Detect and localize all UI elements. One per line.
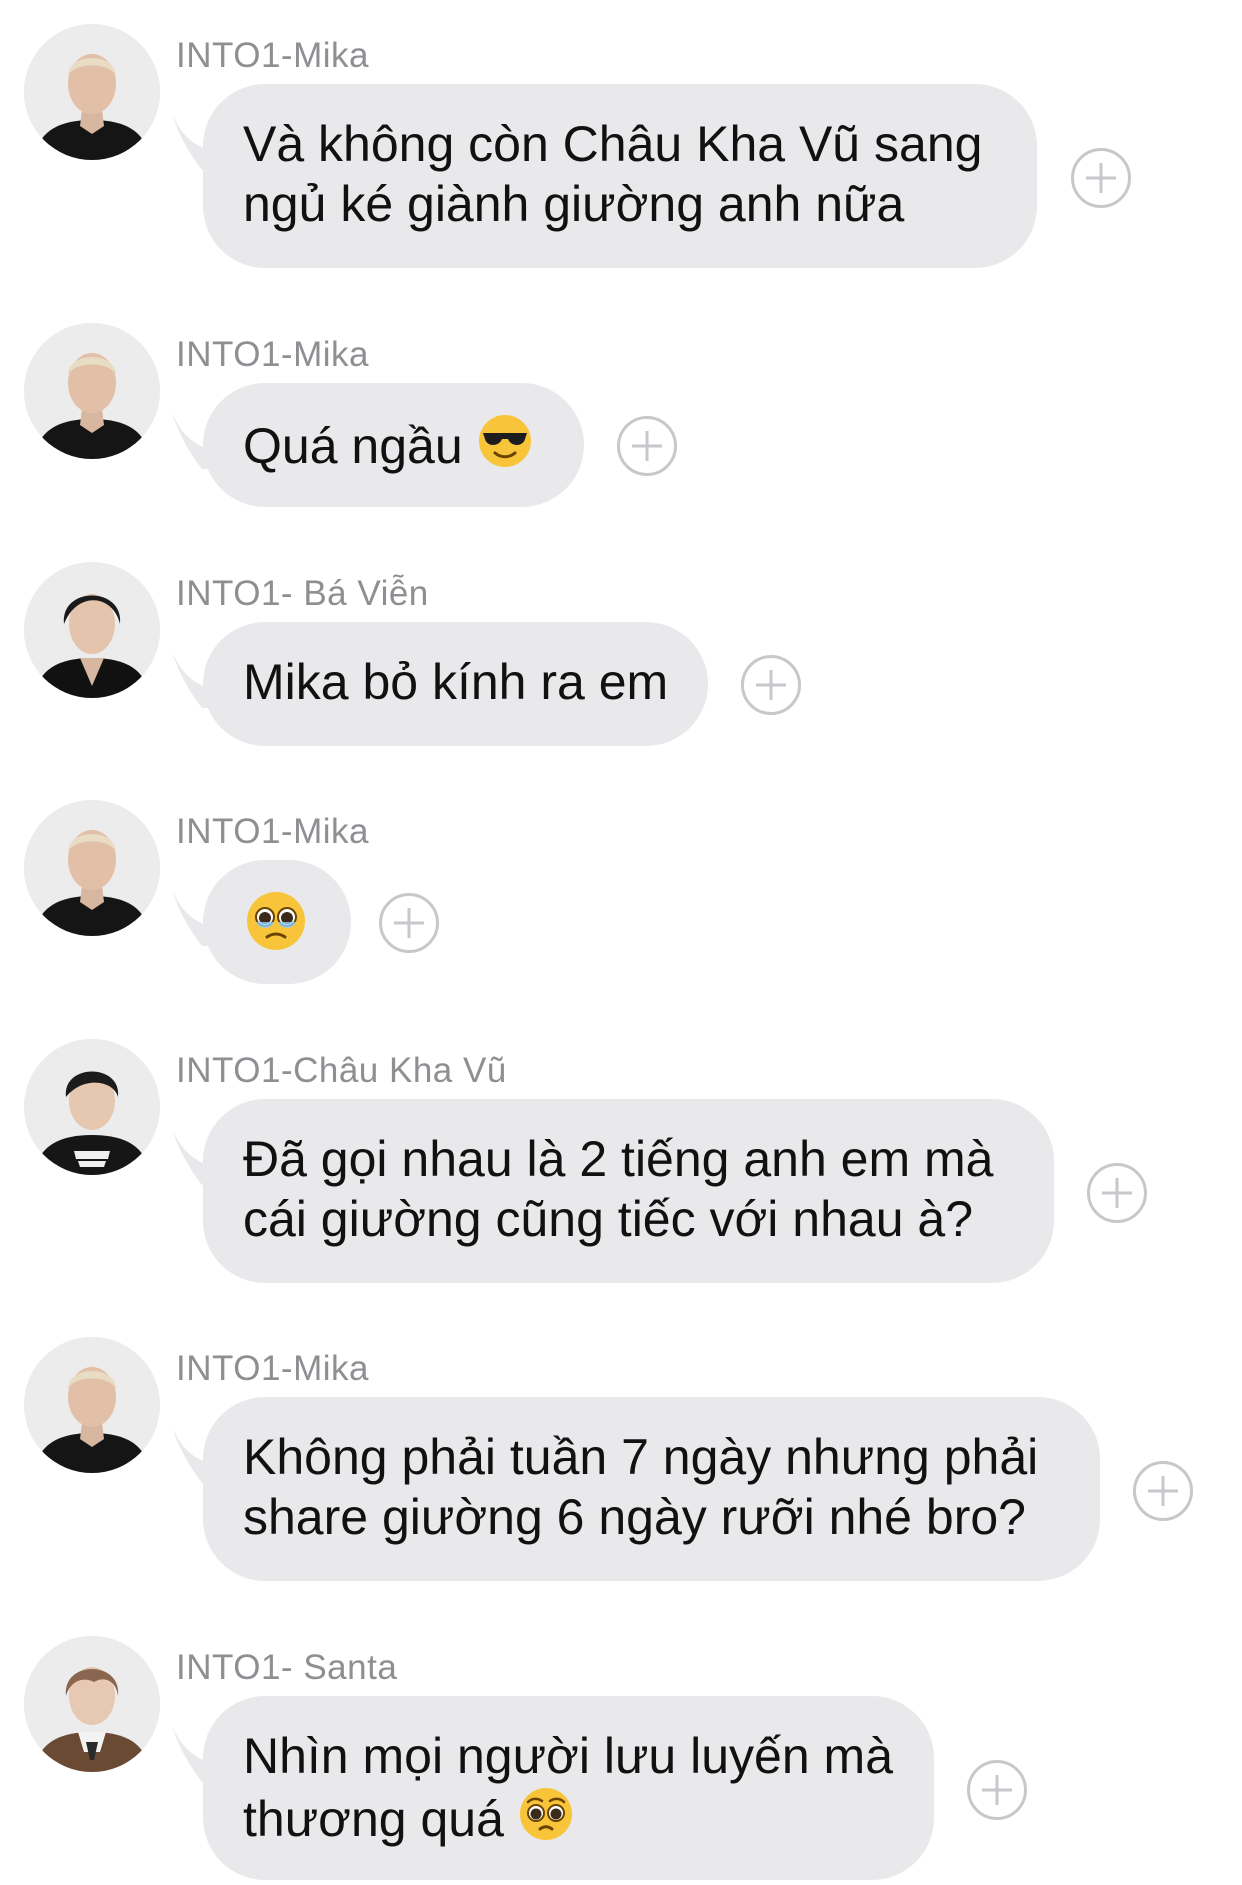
message-bubble[interactable]: Không phải tuần 7 ngày nhưng phải share … [203,1397,1100,1581]
message-text: Nhìn mọi người lưu luyến mà [243,1728,893,1784]
sender-name: INTO1-Mika [176,335,369,374]
message-text: Đã gọi nhau là 2 tiếng anh em mà [243,1131,994,1187]
add-reaction-icon[interactable] [379,893,439,953]
avatar[interactable] [24,323,160,459]
message-bubble[interactable]: Và không còn Châu Kha Vũ sang ngủ ké già… [203,84,1037,268]
message-bubble[interactable]: Đã gọi nhau là 2 tiếng anh em mà cái giư… [203,1099,1054,1283]
message-bubble[interactable]: Quá ngầu [203,383,584,507]
message-bubble[interactable]: Nhìn mọi người lưu luyến mà thương quá [203,1696,934,1880]
message-bubble[interactable]: Mika bỏ kính ra em [203,622,708,746]
sender-name: INTO1- Bá Viễn [176,574,429,613]
message-text: cái giường cũng tiếc với nhau à? [243,1191,974,1247]
add-reaction-icon[interactable] [741,655,801,715]
message-bubble[interactable] [203,860,351,984]
message-text: Không phải tuần 7 ngày nhưng phải [243,1429,1039,1485]
add-reaction-icon[interactable] [617,416,677,476]
add-reaction-icon[interactable] [1087,1163,1147,1223]
avatar[interactable] [24,800,160,936]
message-text: share giường 6 ngày rưỡi nhé bro? [243,1489,1026,1545]
sender-name: INTO1-Mika [176,36,369,75]
pleading-face-emoji [518,1786,574,1842]
message-text: thương quá [243,1791,518,1847]
message-text: Quá ngầu [243,418,477,474]
avatar[interactable] [24,1039,160,1175]
add-reaction-icon[interactable] [967,1760,1027,1820]
message-text: ngủ ké giành giường anh nữa [243,176,905,232]
sender-name: INTO1-Mika [176,812,369,851]
holding-back-tears-emoji [245,890,307,952]
add-reaction-icon[interactable] [1133,1461,1193,1521]
sender-name: INTO1- Santa [176,1648,398,1687]
add-reaction-icon[interactable] [1071,148,1131,208]
message-text: Và không còn Châu Kha Vũ sang [243,116,983,172]
avatar[interactable] [24,24,160,160]
avatar[interactable] [24,562,160,698]
sunglasses-emoji [477,413,533,469]
avatar[interactable] [24,1636,160,1772]
message-text: Mika bỏ kính ra em [243,654,669,710]
sender-name: INTO1-Mika [176,1349,369,1388]
avatar[interactable] [24,1337,160,1473]
sender-name: INTO1-Châu Kha Vũ [176,1051,507,1090]
